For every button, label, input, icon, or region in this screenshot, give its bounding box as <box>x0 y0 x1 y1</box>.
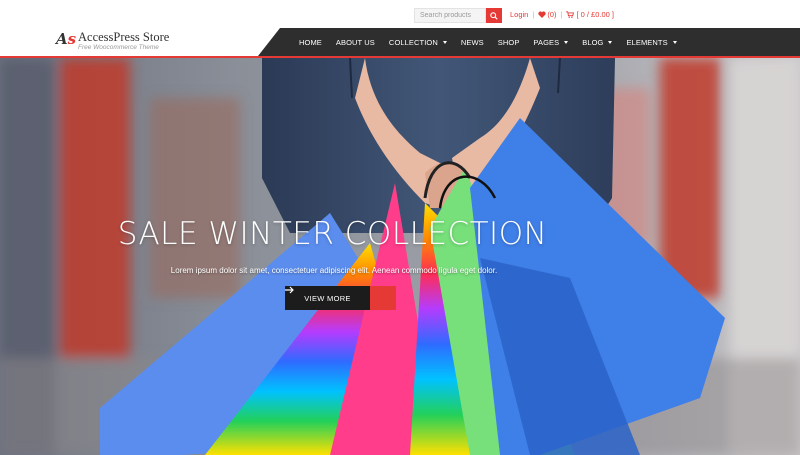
nav-item-label: ELEMENTS <box>626 37 668 47</box>
divider: | <box>532 10 535 19</box>
nav-item-collection[interactable]: COLLECTION <box>382 38 454 47</box>
hero-subtitle: Lorem ipsum dolor sit amet, consectetuer… <box>170 266 498 275</box>
nav-item-label: PAGES <box>533 37 560 47</box>
logo-mark-letter-s: s <box>67 30 77 48</box>
chevron-down-icon <box>672 40 677 44</box>
site-tagline: Free Woocommerce Theme <box>78 44 159 51</box>
login-link[interactable]: Login <box>510 10 528 19</box>
view-more-button[interactable]: VIEW MORE <box>285 286 396 310</box>
top-utility-bar: Login | (0) | [ 0 / £0.00 ] <box>0 0 800 28</box>
site-title: AccessPress Store <box>78 30 170 44</box>
chevron-down-icon <box>442 40 447 44</box>
nav-item-label: COLLECTION <box>388 37 438 47</box>
search-input[interactable] <box>414 8 486 23</box>
heart-icon <box>538 11 546 18</box>
cart-icon <box>566 11 575 18</box>
nav-item-about-us[interactable]: ABOUT US <box>329 38 382 47</box>
chevron-down-icon <box>608 40 613 44</box>
nav-item-blog[interactable]: BLOG <box>575 38 619 47</box>
nav-item-elements[interactable]: ELEMENTS <box>619 38 683 47</box>
account-links: Login | (0) | [ 0 / £0.00 ] <box>510 10 614 19</box>
header-accent-line <box>0 56 800 58</box>
product-search <box>414 8 502 23</box>
arrow-right-icon <box>285 286 396 310</box>
logo-mark-icon: As <box>56 30 76 48</box>
wishlist-count: (0) <box>547 10 557 19</box>
nav-item-label: BLOG <box>582 37 604 47</box>
nav-item-pages[interactable]: PAGES <box>526 38 575 47</box>
hero-slider: SALE WINTER COLLECTION Lorem ipsum dolor… <box>0 58 800 455</box>
cart-link[interactable]: [ 0 / £0.00 ] <box>566 10 614 19</box>
nav-item-label: HOME <box>299 37 322 47</box>
nav-item-home[interactable]: HOME <box>292 38 329 47</box>
nav-item-label: NEWS <box>460 37 484 47</box>
nav-item-news[interactable]: NEWS <box>454 38 491 47</box>
hero-background-image <box>0 58 800 455</box>
divider: | <box>560 10 563 19</box>
site-header: As AccessPress Store Free Woocommerce Th… <box>0 28 800 56</box>
cart-summary: [ 0 / £0.00 ] <box>576 10 614 19</box>
logo-mark-letter-a: A <box>56 30 68 48</box>
nav-item-shop[interactable]: SHOP <box>491 38 527 47</box>
view-more-label: VIEW MORE <box>285 286 370 310</box>
main-navigation: HOME ABOUT US COLLECTION NEWS SHOP PAGES… <box>258 28 800 56</box>
nav-item-label: SHOP <box>497 37 520 47</box>
wishlist-link[interactable]: (0) <box>538 10 556 19</box>
nav-item-label: ABOUT US <box>335 37 375 47</box>
search-icon <box>490 11 498 20</box>
search-button[interactable] <box>486 8 502 23</box>
chevron-down-icon <box>564 40 569 44</box>
hero-title: SALE WINTER COLLECTION <box>117 216 548 252</box>
